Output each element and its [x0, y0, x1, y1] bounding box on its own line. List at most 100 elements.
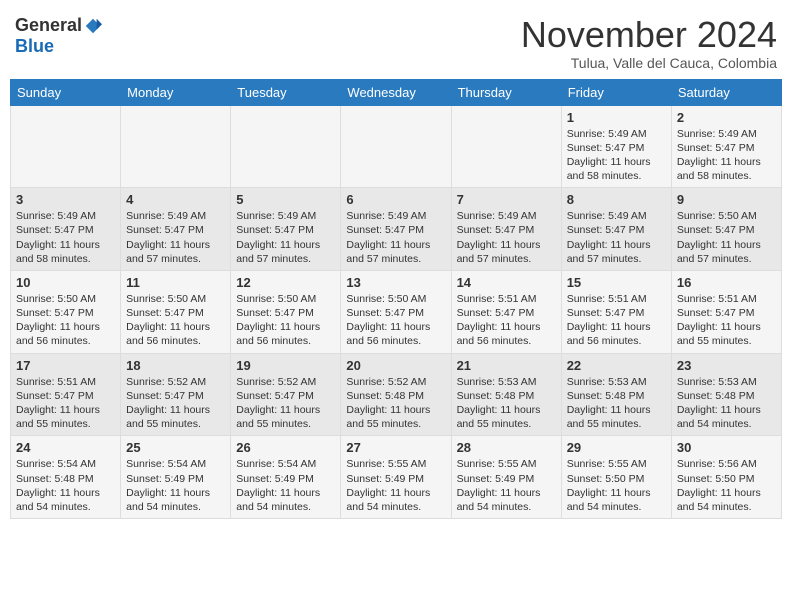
day-info: Sunrise: 5:54 AMSunset: 5:49 PMDaylight:… [236, 457, 335, 514]
calendar-cell: 13 Sunrise: 5:50 AMSunset: 5:47 PMDayligh… [341, 270, 451, 353]
header-row: Sunday Monday Tuesday Wednesday Thursday… [11, 79, 782, 105]
day-number: 3 [16, 192, 115, 207]
calendar-cell [341, 105, 451, 188]
day-info: Sunrise: 5:54 AMSunset: 5:49 PMDaylight:… [126, 457, 225, 514]
day-info: Sunrise: 5:50 AMSunset: 5:47 PMDaylight:… [126, 292, 225, 349]
calendar-cell: 6 Sunrise: 5:49 AMSunset: 5:47 PMDaylight… [341, 188, 451, 271]
calendar-cell: 29 Sunrise: 5:55 AMSunset: 5:50 PMDayligh… [561, 436, 671, 519]
day-number: 24 [16, 440, 115, 455]
calendar-body: 1 Sunrise: 5:49 AMSunset: 5:47 PMDaylight… [11, 105, 782, 518]
calendar-cell: 2 Sunrise: 5:49 AMSunset: 5:47 PMDaylight… [671, 105, 781, 188]
day-info: Sunrise: 5:56 AMSunset: 5:50 PMDaylight:… [677, 457, 776, 514]
day-info: Sunrise: 5:51 AMSunset: 5:47 PMDaylight:… [16, 375, 115, 432]
day-info: Sunrise: 5:50 AMSunset: 5:47 PMDaylight:… [16, 292, 115, 349]
calendar-cell: 25Sunrise: 5:54 AMSunset: 5:49 PMDayligh… [121, 436, 231, 519]
col-wednesday: Wednesday [341, 79, 451, 105]
day-number: 1 [567, 110, 666, 125]
calendar-cell: 24Sunrise: 5:54 AMSunset: 5:48 PMDayligh… [11, 436, 121, 519]
day-number: 16 [677, 275, 776, 290]
month-title: November 2024 [521, 15, 777, 55]
calendar-cell: 8Sunrise: 5:49 AMSunset: 5:47 PMDaylight… [561, 188, 671, 271]
calendar-cell: 28Sunrise: 5:55 AMSunset: 5:49 PMDayligh… [451, 436, 561, 519]
calendar-cell: 14 Sunrise: 5:51 AMSunset: 5:47 PMDayligh… [451, 270, 561, 353]
calendar-cell: 3 Sunrise: 5:49 AMSunset: 5:47 PMDaylight… [11, 188, 121, 271]
calendar-header: Sunday Monday Tuesday Wednesday Thursday… [11, 79, 782, 105]
day-info: Sunrise: 5:55 AMSunset: 5:50 PMDaylight:… [567, 457, 666, 514]
day-info: Sunrise: 5:51 AMSunset: 5:47 PMDaylight:… [457, 292, 556, 349]
calendar-cell [11, 105, 121, 188]
page-header: General Blue November 2024 Tulua, Valle … [10, 10, 782, 71]
col-monday: Monday [121, 79, 231, 105]
day-number: 6 [346, 192, 445, 207]
day-number: 29 [567, 440, 666, 455]
day-info: Sunrise: 5:49 AMSunset: 5:47 PMDaylight:… [126, 209, 225, 266]
week-row-3: 10 Sunrise: 5:50 AMSunset: 5:47 PMDayligh… [11, 270, 782, 353]
calendar-cell: 5 Sunrise: 5:49 AMSunset: 5:47 PMDaylight… [231, 188, 341, 271]
day-number: 30 [677, 440, 776, 455]
day-number: 19 [236, 358, 335, 373]
day-number: 10 [16, 275, 115, 290]
day-number: 26 [236, 440, 335, 455]
col-thursday: Thursday [451, 79, 561, 105]
day-info: Sunrise: 5:52 AMSunset: 5:47 PMDaylight:… [236, 375, 335, 432]
logo-icon [84, 17, 102, 35]
day-number: 15 [567, 275, 666, 290]
day-number: 28 [457, 440, 556, 455]
day-number: 7 [457, 192, 556, 207]
col-saturday: Saturday [671, 79, 781, 105]
day-info: Sunrise: 5:50 AMSunset: 5:47 PMDaylight:… [236, 292, 335, 349]
calendar-cell [451, 105, 561, 188]
calendar-cell: 26 Sunrise: 5:54 AMSunset: 5:49 PMDayligh… [231, 436, 341, 519]
day-info: Sunrise: 5:50 AMSunset: 5:47 PMDaylight:… [346, 292, 445, 349]
calendar-cell: 12 Sunrise: 5:50 AMSunset: 5:47 PMDayligh… [231, 270, 341, 353]
day-info: Sunrise: 5:49 AMSunset: 5:47 PMDaylight:… [457, 209, 556, 266]
day-info: Sunrise: 5:49 AMSunset: 5:47 PMDaylight:… [567, 209, 666, 266]
day-info: Sunrise: 5:51 AMSunset: 5:47 PMDaylight:… [567, 292, 666, 349]
day-number: 21 [457, 358, 556, 373]
calendar-cell: 9Sunrise: 5:50 AMSunset: 5:47 PMDaylight… [671, 188, 781, 271]
day-info: Sunrise: 5:49 AMSunset: 5:47 PMDaylight:… [567, 127, 666, 184]
week-row-1: 1 Sunrise: 5:49 AMSunset: 5:47 PMDaylight… [11, 105, 782, 188]
day-info: Sunrise: 5:49 AMSunset: 5:47 PMDaylight:… [677, 127, 776, 184]
calendar-cell: 30 Sunrise: 5:56 AMSunset: 5:50 PMDayligh… [671, 436, 781, 519]
day-info: Sunrise: 5:49 AMSunset: 5:47 PMDaylight:… [346, 209, 445, 266]
week-row-2: 3 Sunrise: 5:49 AMSunset: 5:47 PMDaylight… [11, 188, 782, 271]
day-info: Sunrise: 5:52 AMSunset: 5:48 PMDaylight:… [346, 375, 445, 432]
calendar-cell [231, 105, 341, 188]
col-tuesday: Tuesday [231, 79, 341, 105]
calendar-cell: 27 Sunrise: 5:55 AMSunset: 5:49 PMDayligh… [341, 436, 451, 519]
day-number: 13 [346, 275, 445, 290]
logo: General Blue [15, 15, 102, 57]
day-number: 14 [457, 275, 556, 290]
day-info: Sunrise: 5:49 AMSunset: 5:47 PMDaylight:… [16, 209, 115, 266]
calendar-cell: 20Sunrise: 5:52 AMSunset: 5:48 PMDayligh… [341, 353, 451, 436]
day-number: 27 [346, 440, 445, 455]
calendar-cell: 10 Sunrise: 5:50 AMSunset: 5:47 PMDayligh… [11, 270, 121, 353]
day-number: 5 [236, 192, 335, 207]
calendar-cell [121, 105, 231, 188]
day-number: 22 [567, 358, 666, 373]
day-number: 4 [126, 192, 225, 207]
day-info: Sunrise: 5:49 AMSunset: 5:47 PMDaylight:… [236, 209, 335, 266]
calendar-cell: 19 Sunrise: 5:52 AMSunset: 5:47 PMDayligh… [231, 353, 341, 436]
day-info: Sunrise: 5:55 AMSunset: 5:49 PMDaylight:… [346, 457, 445, 514]
logo-blue-text: Blue [15, 36, 54, 57]
calendar-cell: 11 Sunrise: 5:50 AMSunset: 5:47 PMDayligh… [121, 270, 231, 353]
calendar-cell: 15 Sunrise: 5:51 AMSunset: 5:47 PMDayligh… [561, 270, 671, 353]
day-number: 23 [677, 358, 776, 373]
calendar-cell: 23 Sunrise: 5:53 AMSunset: 5:48 PMDayligh… [671, 353, 781, 436]
day-info: Sunrise: 5:53 AMSunset: 5:48 PMDaylight:… [457, 375, 556, 432]
calendar-cell: 7 Sunrise: 5:49 AMSunset: 5:47 PMDaylight… [451, 188, 561, 271]
day-number: 2 [677, 110, 776, 125]
day-number: 12 [236, 275, 335, 290]
day-info: Sunrise: 5:53 AMSunset: 5:48 PMDaylight:… [677, 375, 776, 432]
week-row-5: 24Sunrise: 5:54 AMSunset: 5:48 PMDayligh… [11, 436, 782, 519]
calendar-cell: 16 Sunrise: 5:51 AMSunset: 5:47 PMDayligh… [671, 270, 781, 353]
location-text: Tulua, Valle del Cauca, Colombia [521, 55, 777, 71]
day-info: Sunrise: 5:50 AMSunset: 5:47 PMDaylight:… [677, 209, 776, 266]
calendar-cell: 4 Sunrise: 5:49 AMSunset: 5:47 PMDaylight… [121, 188, 231, 271]
calendar-cell: 1 Sunrise: 5:49 AMSunset: 5:47 PMDaylight… [561, 105, 671, 188]
day-number: 11 [126, 275, 225, 290]
logo-general-text: General [15, 15, 82, 36]
day-info: Sunrise: 5:51 AMSunset: 5:47 PMDaylight:… [677, 292, 776, 349]
